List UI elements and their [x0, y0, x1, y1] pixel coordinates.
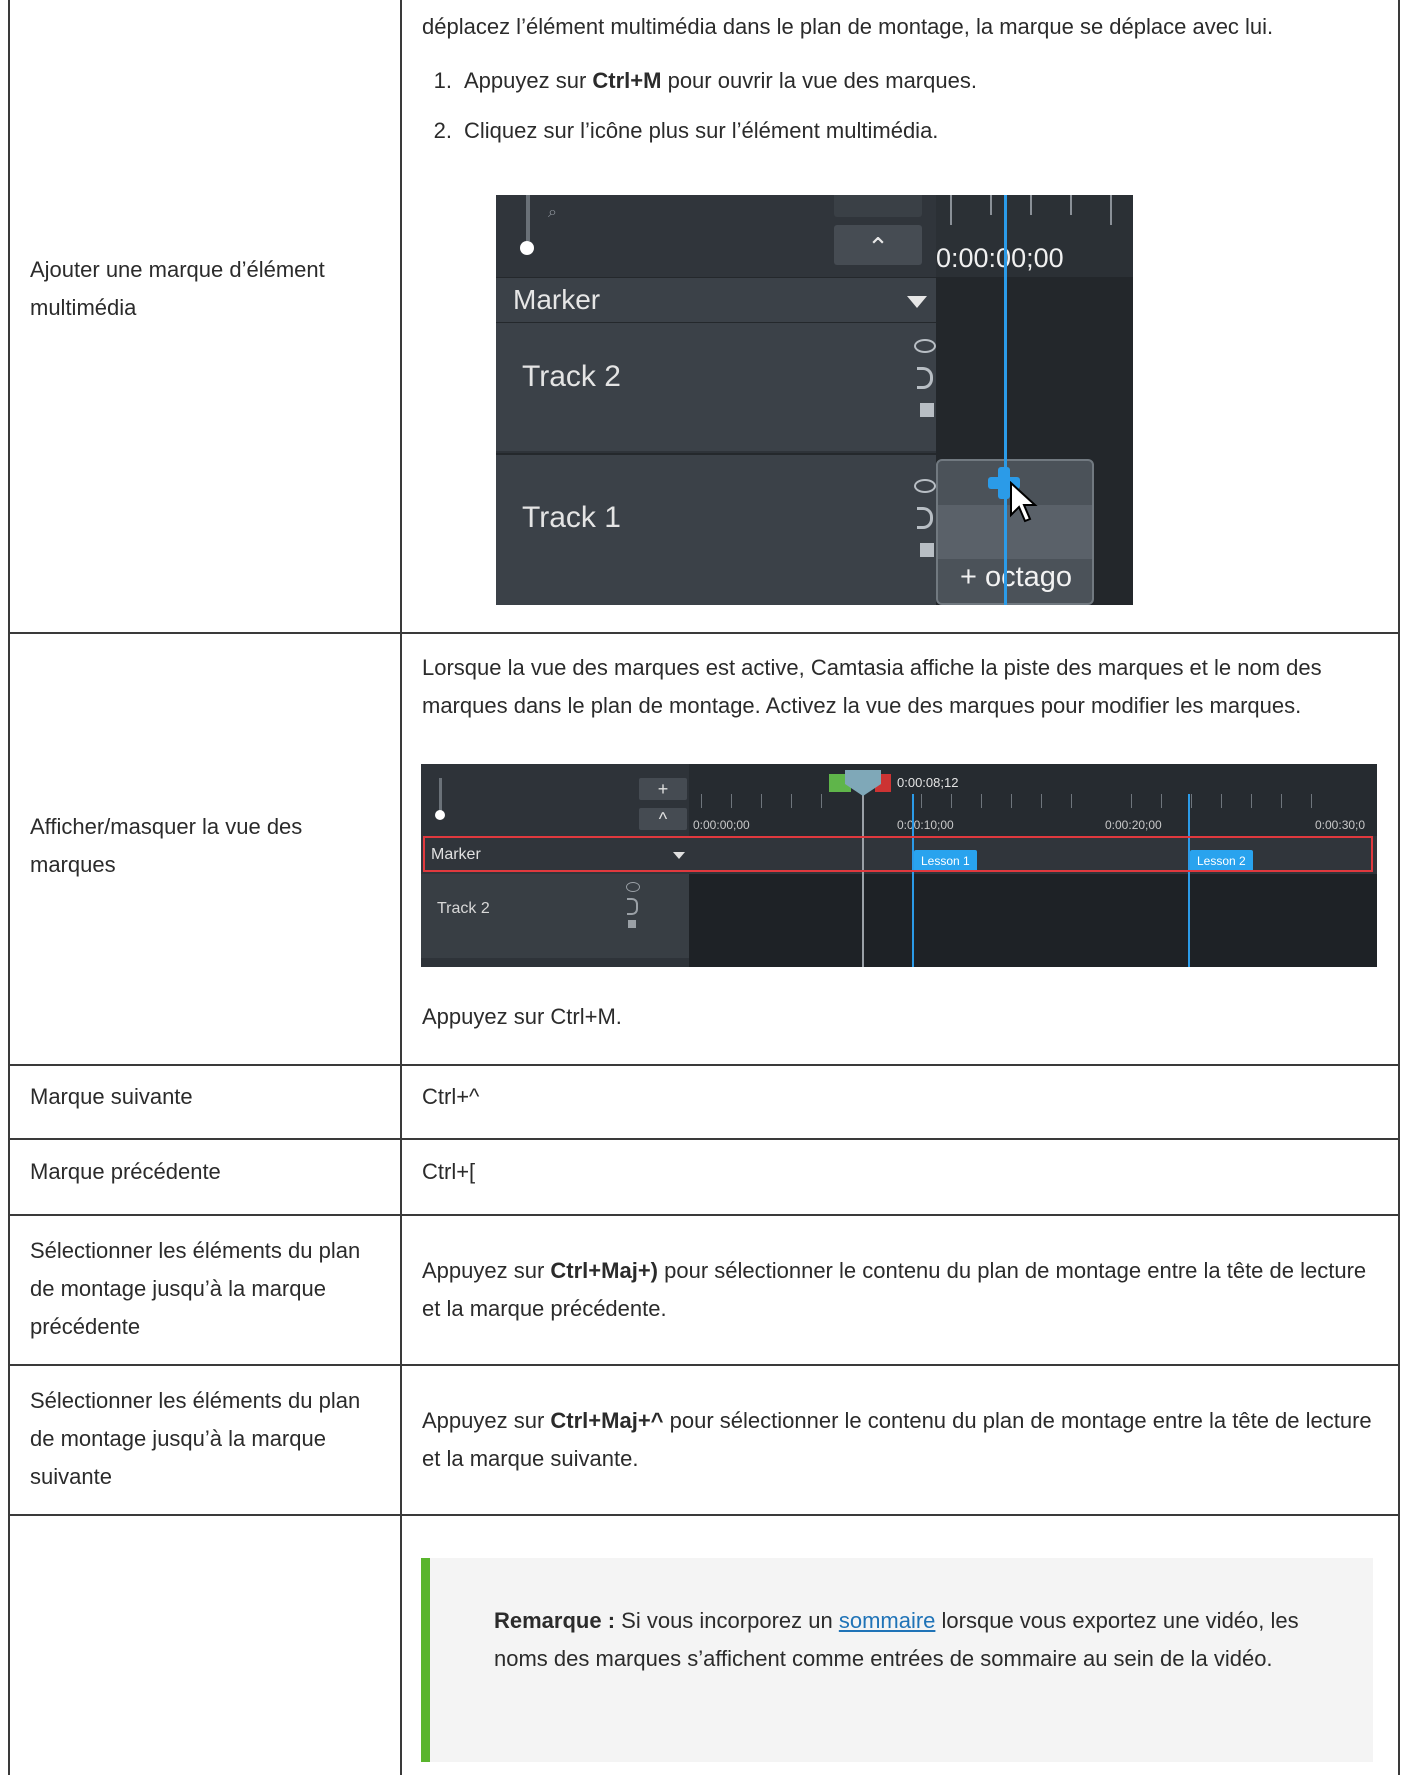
row-label-toggle-marker-view: Afficher/masquer la vue des marques — [30, 814, 303, 877]
caret-down-icon — [907, 296, 927, 308]
row-divider — [8, 1514, 1400, 1516]
magnet-icon — [917, 367, 933, 389]
marker-track-highlight — [423, 836, 1373, 872]
row-divider — [8, 1064, 1400, 1066]
timecode: 0:00:00;00 — [936, 243, 1064, 273]
step-number: 1. — [433, 68, 452, 93]
ruler-time: 0:00:00;00 — [693, 818, 750, 832]
zoom-slider — [439, 778, 442, 812]
lock-icon — [920, 543, 934, 557]
step-item: 2. Cliquez sur l’icône plus sur l’élément… — [422, 112, 1372, 150]
mouse-cursor-icon — [1010, 481, 1038, 523]
zoom-slider-thumb — [435, 810, 445, 820]
clip-label: + octago — [960, 561, 1073, 593]
track-label: Track 2 — [522, 360, 621, 393]
row-value-select-to-previous: Appuyez sur Ctrl+Maj+) pour sélectionner… — [422, 1252, 1372, 1328]
lock-icon — [920, 403, 934, 417]
ruler-time: 0:00:20;00 — [1105, 818, 1162, 832]
eye-icon — [626, 882, 640, 892]
step-number: 2. — [433, 118, 452, 143]
playhead-line — [862, 784, 864, 967]
eye-icon — [914, 479, 936, 493]
intro-text: déplacez l’élément multimédia dans le pl… — [422, 14, 1274, 39]
track-header: Track 2 — [496, 322, 936, 451]
collapse-button: ^ — [639, 808, 687, 830]
marker-line — [912, 794, 914, 967]
playhead — [1004, 195, 1007, 605]
step-text: Cliquez sur l’icône plus sur l’élément m… — [464, 118, 939, 143]
row-label-select-to-next: Sélectionner les éléments du plan de mon… — [30, 1388, 361, 1489]
text: Si vous incorporez un — [615, 1608, 839, 1633]
step-item: 1. Appuyez sur Ctrl+M pour ouvrir la vue … — [422, 62, 1372, 100]
magnet-icon — [917, 507, 933, 529]
track-label: Track 1 — [522, 501, 621, 534]
ruler-time: 0:00:30;0 — [1315, 818, 1366, 832]
add-track-button: + — [639, 778, 687, 800]
chevron-up-icon: ⌃ — [834, 225, 922, 265]
row-content-add-media-marker: déplacez l’élément multimédia dans le pl… — [422, 8, 1372, 162]
row-divider — [8, 1138, 1400, 1140]
shortcut-key: Ctrl+Maj+^ — [550, 1408, 664, 1433]
note-callout: Remarque : Si vous incorporez un sommair… — [421, 1558, 1373, 1762]
playhead-icon — [845, 770, 881, 796]
text: Appuyez sur — [422, 1258, 551, 1283]
media-marker-screenshot: ⌕ ⌃ 0:00:00;00 Marker Track 2 Track 1 + … — [496, 195, 1133, 605]
row-value-select-to-next: Appuyez sur Ctrl+Maj+^ pour sélectionner… — [422, 1402, 1372, 1478]
zoom-icon: ⌕ — [548, 204, 557, 221]
ruler-time: 0:00:10;00 — [897, 818, 954, 832]
marker-label: Marker — [513, 284, 601, 315]
row-label-previous-marker: Marque précédente — [30, 1159, 221, 1184]
playhead-time: 0:00:08;12 — [897, 775, 959, 790]
row-label-next-marker: Marque suivante — [30, 1084, 193, 1109]
add-button — [834, 195, 922, 217]
note-text: Remarque : Si vous incorporez un sommair… — [494, 1602, 1314, 1678]
eye-icon — [914, 339, 936, 353]
row-divider — [8, 1214, 1400, 1216]
step-text: pour ouvrir la vue des marques. — [661, 68, 977, 93]
marker-track-header: Marker — [496, 277, 936, 322]
row-label-select-to-previous: Sélectionner les éléments du plan de mon… — [30, 1238, 361, 1339]
note-label: Remarque : — [494, 1608, 616, 1633]
track-label: Track 2 — [437, 900, 490, 917]
row-description-marker-view: Lorsque la vue des marques est active, C… — [422, 655, 1322, 718]
table-right-border — [1398, 0, 1400, 1775]
marker-view-screenshot: + ^ 0:00:00;00 0:00:10;00 0:00:20;00 0:0… — [421, 764, 1377, 967]
magnet-icon — [627, 898, 638, 915]
step-text: Appuyez sur — [464, 68, 593, 93]
table-left-border — [8, 0, 10, 1775]
row-value-next-marker: Ctrl+^ — [422, 1084, 480, 1109]
row-value-previous-marker: Ctrl+[ — [422, 1159, 476, 1184]
row-footer-shortcut: Appuyez sur Ctrl+M. — [422, 1004, 622, 1029]
timeline-ruler — [689, 764, 1377, 836]
table-column-divider — [400, 0, 402, 1775]
text: Appuyez sur — [422, 1408, 551, 1433]
marker-line — [1188, 794, 1190, 967]
shortcut-key: Ctrl+M — [592, 68, 662, 93]
zoom-slider-thumb — [520, 241, 534, 255]
track-header: Track 1 — [496, 453, 936, 605]
row-divider — [8, 1364, 1400, 1366]
row-divider — [8, 632, 1400, 634]
shortcut-key: Ctrl+Maj+) — [550, 1258, 658, 1283]
summary-link[interactable]: sommaire — [839, 1608, 936, 1633]
lock-icon — [628, 920, 636, 928]
row-label-add-media-marker: Ajouter une marque d’élément multimédia — [30, 257, 325, 320]
steps-list: 1. Appuyez sur Ctrl+M pour ouvrir la vue … — [422, 62, 1372, 150]
zoom-slider — [526, 195, 530, 241]
